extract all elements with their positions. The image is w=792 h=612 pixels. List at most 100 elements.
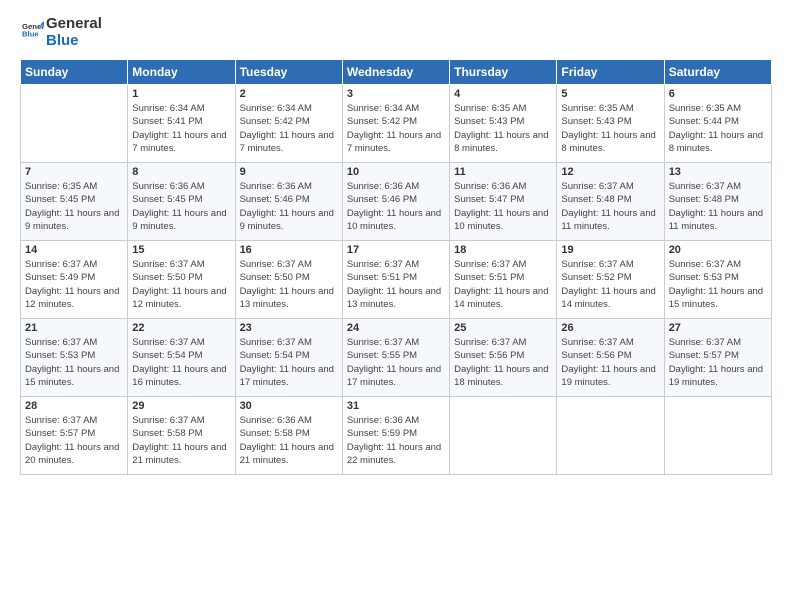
day-number: 25 bbox=[454, 322, 552, 334]
sunrise-text: Sunrise: 6:37 AM bbox=[561, 181, 633, 192]
day-number: 8 bbox=[132, 166, 230, 178]
logo: General Blue General Blue bbox=[20, 16, 102, 49]
sunrise-text: Sunrise: 6:36 AM bbox=[240, 181, 312, 192]
cell-text: Sunrise: 6:34 AM Sunset: 5:42 PM Dayligh… bbox=[347, 102, 445, 155]
sunrise-text: Sunrise: 6:37 AM bbox=[669, 337, 741, 348]
calendar-cell: 11 Sunrise: 6:36 AM Sunset: 5:47 PM Dayl… bbox=[450, 163, 557, 241]
sunset-text: Sunset: 5:42 PM bbox=[347, 116, 417, 127]
calendar-cell: 22 Sunrise: 6:37 AM Sunset: 5:54 PM Dayl… bbox=[128, 319, 235, 397]
day-number: 6 bbox=[669, 88, 767, 100]
daylight-text: Daylight: 11 hours and 17 minutes. bbox=[347, 364, 441, 388]
day-number: 3 bbox=[347, 88, 445, 100]
col-header-sunday: Sunday bbox=[21, 60, 128, 85]
day-number: 22 bbox=[132, 322, 230, 334]
calendar-cell: 23 Sunrise: 6:37 AM Sunset: 5:54 PM Dayl… bbox=[235, 319, 342, 397]
daylight-text: Daylight: 11 hours and 15 minutes. bbox=[669, 286, 763, 310]
sunrise-text: Sunrise: 6:37 AM bbox=[347, 259, 419, 270]
logo-icon: General Blue bbox=[22, 19, 44, 41]
daylight-text: Daylight: 11 hours and 16 minutes. bbox=[132, 364, 226, 388]
day-number: 20 bbox=[669, 244, 767, 256]
cell-text: Sunrise: 6:36 AM Sunset: 5:58 PM Dayligh… bbox=[240, 414, 338, 467]
daylight-text: Daylight: 11 hours and 17 minutes. bbox=[240, 364, 334, 388]
calendar-cell: 29 Sunrise: 6:37 AM Sunset: 5:58 PM Dayl… bbox=[128, 397, 235, 475]
sunset-text: Sunset: 5:54 PM bbox=[132, 350, 202, 361]
daylight-text: Daylight: 11 hours and 15 minutes. bbox=[25, 364, 119, 388]
day-number: 11 bbox=[454, 166, 552, 178]
calendar-cell: 18 Sunrise: 6:37 AM Sunset: 5:51 PM Dayl… bbox=[450, 241, 557, 319]
daylight-text: Daylight: 11 hours and 18 minutes. bbox=[454, 364, 548, 388]
daylight-text: Daylight: 11 hours and 14 minutes. bbox=[454, 286, 548, 310]
sunset-text: Sunset: 5:46 PM bbox=[240, 194, 310, 205]
sunset-text: Sunset: 5:53 PM bbox=[669, 272, 739, 283]
cell-text: Sunrise: 6:37 AM Sunset: 5:49 PM Dayligh… bbox=[25, 258, 123, 311]
sunrise-text: Sunrise: 6:37 AM bbox=[25, 337, 97, 348]
cell-text: Sunrise: 6:36 AM Sunset: 5:59 PM Dayligh… bbox=[347, 414, 445, 467]
cell-text: Sunrise: 6:36 AM Sunset: 5:46 PM Dayligh… bbox=[240, 180, 338, 233]
svg-text:Blue: Blue bbox=[22, 30, 39, 39]
daylight-text: Daylight: 11 hours and 7 minutes. bbox=[240, 130, 334, 154]
daylight-text: Daylight: 11 hours and 9 minutes. bbox=[240, 208, 334, 232]
sunrise-text: Sunrise: 6:35 AM bbox=[561, 103, 633, 114]
cell-text: Sunrise: 6:36 AM Sunset: 5:45 PM Dayligh… bbox=[132, 180, 230, 233]
sunset-text: Sunset: 5:58 PM bbox=[132, 428, 202, 439]
calendar-cell bbox=[557, 397, 664, 475]
calendar-cell: 5 Sunrise: 6:35 AM Sunset: 5:43 PM Dayli… bbox=[557, 85, 664, 163]
sunset-text: Sunset: 5:43 PM bbox=[561, 116, 631, 127]
cell-text: Sunrise: 6:35 AM Sunset: 5:45 PM Dayligh… bbox=[25, 180, 123, 233]
cell-text: Sunrise: 6:37 AM Sunset: 5:48 PM Dayligh… bbox=[669, 180, 767, 233]
daylight-text: Daylight: 11 hours and 12 minutes. bbox=[25, 286, 119, 310]
sunset-text: Sunset: 5:46 PM bbox=[347, 194, 417, 205]
calendar-cell: 27 Sunrise: 6:37 AM Sunset: 5:57 PM Dayl… bbox=[664, 319, 771, 397]
calendar-table: SundayMondayTuesdayWednesdayThursdayFrid… bbox=[20, 59, 772, 475]
cell-text: Sunrise: 6:37 AM Sunset: 5:50 PM Dayligh… bbox=[240, 258, 338, 311]
day-number: 24 bbox=[347, 322, 445, 334]
day-number: 19 bbox=[561, 244, 659, 256]
sunset-text: Sunset: 5:52 PM bbox=[561, 272, 631, 283]
sunrise-text: Sunrise: 6:36 AM bbox=[347, 415, 419, 426]
cell-text: Sunrise: 6:37 AM Sunset: 5:57 PM Dayligh… bbox=[669, 336, 767, 389]
calendar-cell: 20 Sunrise: 6:37 AM Sunset: 5:53 PM Dayl… bbox=[664, 241, 771, 319]
sunrise-text: Sunrise: 6:35 AM bbox=[669, 103, 741, 114]
calendar-cell: 12 Sunrise: 6:37 AM Sunset: 5:48 PM Dayl… bbox=[557, 163, 664, 241]
cell-text: Sunrise: 6:37 AM Sunset: 5:54 PM Dayligh… bbox=[240, 336, 338, 389]
day-number: 2 bbox=[240, 88, 338, 100]
daylight-text: Daylight: 11 hours and 9 minutes. bbox=[25, 208, 119, 232]
sunrise-text: Sunrise: 6:37 AM bbox=[561, 259, 633, 270]
daylight-text: Daylight: 11 hours and 20 minutes. bbox=[25, 442, 119, 466]
daylight-text: Daylight: 11 hours and 13 minutes. bbox=[347, 286, 441, 310]
sunrise-text: Sunrise: 6:37 AM bbox=[25, 415, 97, 426]
sunrise-text: Sunrise: 6:37 AM bbox=[669, 181, 741, 192]
cell-text: Sunrise: 6:35 AM Sunset: 5:43 PM Dayligh… bbox=[561, 102, 659, 155]
calendar-cell: 25 Sunrise: 6:37 AM Sunset: 5:56 PM Dayl… bbox=[450, 319, 557, 397]
daylight-text: Daylight: 11 hours and 11 minutes. bbox=[561, 208, 655, 232]
sunrise-text: Sunrise: 6:34 AM bbox=[132, 103, 204, 114]
daylight-text: Daylight: 11 hours and 8 minutes. bbox=[454, 130, 548, 154]
sunrise-text: Sunrise: 6:37 AM bbox=[669, 259, 741, 270]
page: General Blue General Blue SundayMondayTu… bbox=[0, 0, 792, 612]
calendar-cell: 13 Sunrise: 6:37 AM Sunset: 5:48 PM Dayl… bbox=[664, 163, 771, 241]
cell-text: Sunrise: 6:37 AM Sunset: 5:55 PM Dayligh… bbox=[347, 336, 445, 389]
daylight-text: Daylight: 11 hours and 9 minutes. bbox=[132, 208, 226, 232]
sunset-text: Sunset: 5:57 PM bbox=[25, 428, 95, 439]
calendar-cell: 17 Sunrise: 6:37 AM Sunset: 5:51 PM Dayl… bbox=[342, 241, 449, 319]
sunset-text: Sunset: 5:42 PM bbox=[240, 116, 310, 127]
daylight-text: Daylight: 11 hours and 7 minutes. bbox=[347, 130, 441, 154]
calendar-cell: 14 Sunrise: 6:37 AM Sunset: 5:49 PM Dayl… bbox=[21, 241, 128, 319]
sunrise-text: Sunrise: 6:36 AM bbox=[347, 181, 419, 192]
sunrise-text: Sunrise: 6:37 AM bbox=[240, 337, 312, 348]
sunrise-text: Sunrise: 6:34 AM bbox=[347, 103, 419, 114]
sunset-text: Sunset: 5:48 PM bbox=[669, 194, 739, 205]
col-header-friday: Friday bbox=[557, 60, 664, 85]
sunrise-text: Sunrise: 6:36 AM bbox=[240, 415, 312, 426]
day-number: 9 bbox=[240, 166, 338, 178]
cell-text: Sunrise: 6:37 AM Sunset: 5:48 PM Dayligh… bbox=[561, 180, 659, 233]
sunset-text: Sunset: 5:51 PM bbox=[454, 272, 524, 283]
sunrise-text: Sunrise: 6:37 AM bbox=[25, 259, 97, 270]
sunrise-text: Sunrise: 6:37 AM bbox=[454, 337, 526, 348]
sunset-text: Sunset: 5:45 PM bbox=[132, 194, 202, 205]
day-number: 28 bbox=[25, 400, 123, 412]
calendar-cell: 30 Sunrise: 6:36 AM Sunset: 5:58 PM Dayl… bbox=[235, 397, 342, 475]
cell-text: Sunrise: 6:37 AM Sunset: 5:54 PM Dayligh… bbox=[132, 336, 230, 389]
cell-text: Sunrise: 6:37 AM Sunset: 5:53 PM Dayligh… bbox=[669, 258, 767, 311]
cell-text: Sunrise: 6:37 AM Sunset: 5:51 PM Dayligh… bbox=[347, 258, 445, 311]
